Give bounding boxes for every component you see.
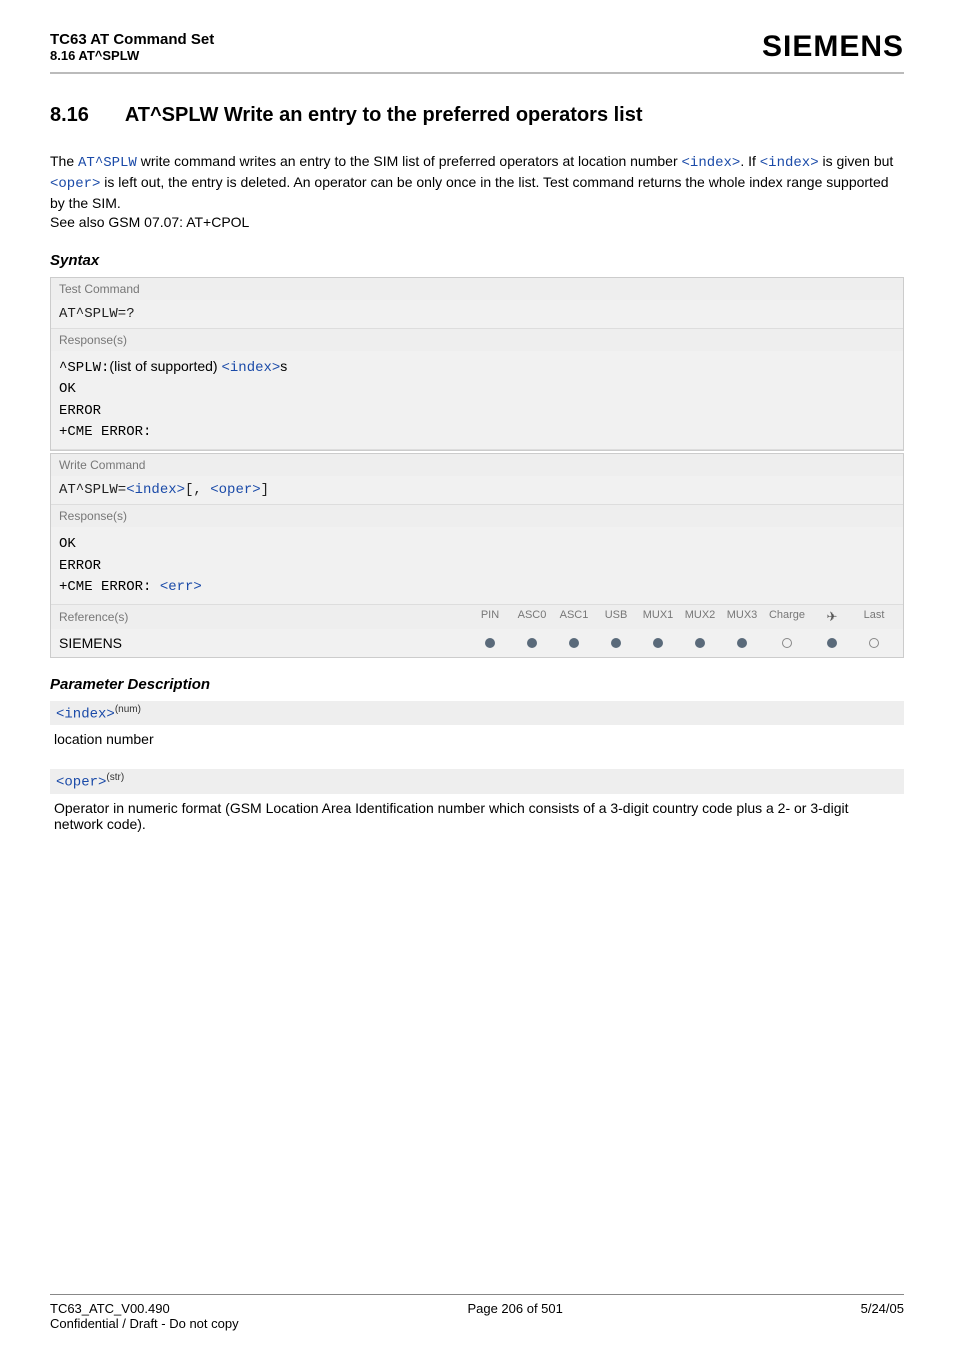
dot-filled-icon (653, 638, 663, 648)
test-command: AT^SPLW=? (51, 300, 903, 328)
capability-columns: PIN ASC0 ASC1 USB MUX1 MUX2 MUX3 Charge … (469, 609, 895, 625)
intro-text: The (50, 153, 78, 169)
resp-error: ERROR (59, 558, 101, 574)
link-index[interactable]: <index> (221, 360, 280, 376)
section-number: 8.16 (50, 104, 120, 127)
header-divider (50, 72, 904, 74)
write-response: OK ERROR +CME ERROR: <err> (51, 527, 903, 605)
dot-last (853, 635, 895, 651)
dot-mux2 (679, 635, 721, 651)
dot-air (811, 635, 853, 651)
dot-mux1 (637, 635, 679, 651)
footer-date: 5/24/05 (861, 1301, 904, 1316)
page-header: TC63 AT Command Set 8.16 AT^SPLW SIEMENS (50, 30, 904, 64)
col-charge: Charge (763, 609, 811, 625)
dot-empty-icon (869, 638, 879, 648)
write-command-box: Write Command AT^SPLW=<index>[, <oper>] … (50, 453, 904, 658)
dot-filled-icon (485, 638, 495, 648)
airplane-icon: ✈ (811, 609, 853, 625)
footer-divider (50, 1294, 904, 1295)
response-label: Response(s) (51, 504, 903, 527)
dot-filled-icon (611, 638, 621, 648)
reference-value-row: SIEMENS (51, 629, 903, 657)
dot-pin (469, 635, 511, 651)
link-index[interactable]: <index> (126, 482, 185, 498)
dot-asc0 (511, 635, 553, 651)
resp-error: ERROR (59, 403, 101, 419)
doc-subtitle: 8.16 AT^SPLW (50, 48, 214, 63)
response-label: Response(s) (51, 328, 903, 351)
cmd-text: [, (185, 482, 210, 498)
footer-confidential: Confidential / Draft - Do not copy (50, 1316, 904, 1331)
doc-title: TC63 AT Command Set (50, 31, 214, 48)
footer-page-num: Page 206 of 501 (467, 1301, 562, 1316)
reference-value: SIEMENS (59, 635, 122, 651)
link-at-splw[interactable]: AT^SPLW (78, 155, 137, 171)
dot-charge (763, 635, 811, 651)
col-mux1: MUX1 (637, 609, 679, 625)
param-oper-box: <oper>(str) (50, 769, 904, 794)
link-oper[interactable]: <oper> (50, 176, 100, 192)
intro-paragraph: The AT^SPLW write command writes an entr… (50, 152, 904, 232)
write-command-label: Write Command (51, 454, 903, 476)
section-heading: 8.16 AT^SPLW Write an entry to the prefe… (50, 104, 904, 127)
reference-header-row: Reference(s) PIN ASC0 ASC1 USB MUX1 MUX2… (51, 605, 903, 629)
dot-filled-icon (569, 638, 579, 648)
link-oper[interactable]: <oper> (210, 482, 260, 498)
param-oper-type: (str) (106, 772, 124, 783)
test-command-label: Test Command (51, 278, 903, 300)
reference-label: Reference(s) (59, 610, 128, 624)
param-index-desc: location number (50, 729, 904, 761)
dot-filled-icon (737, 638, 747, 648)
col-mux3: MUX3 (721, 609, 763, 625)
test-command-box: Test Command AT^SPLW=? Response(s) ^SPLW… (50, 277, 904, 451)
syntax-heading: Syntax (50, 252, 904, 269)
header-left-block: TC63 AT Command Set 8.16 AT^SPLW (50, 31, 214, 63)
dot-asc1 (553, 635, 595, 651)
resp-prefix: ^SPLW: (59, 360, 109, 376)
resp-ok: OK (59, 381, 76, 397)
siemens-logo: SIEMENS (762, 30, 904, 64)
dot-filled-icon (527, 638, 537, 648)
dot-mux3 (721, 635, 763, 651)
col-pin: PIN (469, 609, 511, 625)
footer-doc-id: TC63_ATC_V00.490 (50, 1301, 170, 1316)
dot-filled-icon (827, 638, 837, 648)
intro-text: is given but (819, 153, 894, 169)
test-response: ^SPLW:(list of supported) <index>s OK ER… (51, 351, 903, 450)
param-desc-heading: Parameter Description (50, 676, 904, 693)
param-oper-desc: Operator in numeric format (GSM Location… (50, 798, 904, 846)
dot-usb (595, 635, 637, 651)
footer-row: TC63_ATC_V00.490 Page 206 of 501 5/24/05 (50, 1301, 904, 1316)
resp-text: (list of supported) (109, 358, 221, 374)
dot-empty-icon (782, 638, 792, 648)
cmd-text: ] (261, 482, 269, 498)
capability-dots (469, 635, 895, 651)
link-index[interactable]: <index> (682, 155, 741, 171)
col-mux2: MUX2 (679, 609, 721, 625)
cmd-text: AT^SPLW= (59, 482, 126, 498)
write-command: AT^SPLW=<index>[, <oper>] (51, 476, 903, 504)
intro-text: write command writes an entry to the SIM… (137, 153, 682, 169)
param-index-name[interactable]: <index> (56, 706, 115, 722)
param-index-type: (num) (115, 704, 141, 715)
resp-suffix: s (280, 358, 287, 374)
resp-cme: +CME ERROR: (59, 424, 151, 440)
section-title-text: AT^SPLW Write an entry to the preferred … (125, 104, 643, 126)
link-err[interactable]: <err> (160, 579, 202, 595)
col-asc1: ASC1 (553, 609, 595, 625)
resp-ok: OK (59, 536, 76, 552)
resp-cme: +CME ERROR: (59, 579, 160, 595)
page-footer: TC63_ATC_V00.490 Page 206 of 501 5/24/05… (50, 1294, 904, 1331)
param-index-box: <index>(num) (50, 701, 904, 726)
intro-text: . If (740, 153, 759, 169)
intro-text: is left out, the entry is deleted. An op… (50, 174, 889, 211)
link-index[interactable]: <index> (760, 155, 819, 171)
col-last: Last (853, 609, 895, 625)
intro-see-also: See also GSM 07.07: AT+CPOL (50, 214, 249, 230)
dot-filled-icon (695, 638, 705, 648)
col-asc0: ASC0 (511, 609, 553, 625)
col-usb: USB (595, 609, 637, 625)
param-oper-name[interactable]: <oper> (56, 775, 106, 791)
